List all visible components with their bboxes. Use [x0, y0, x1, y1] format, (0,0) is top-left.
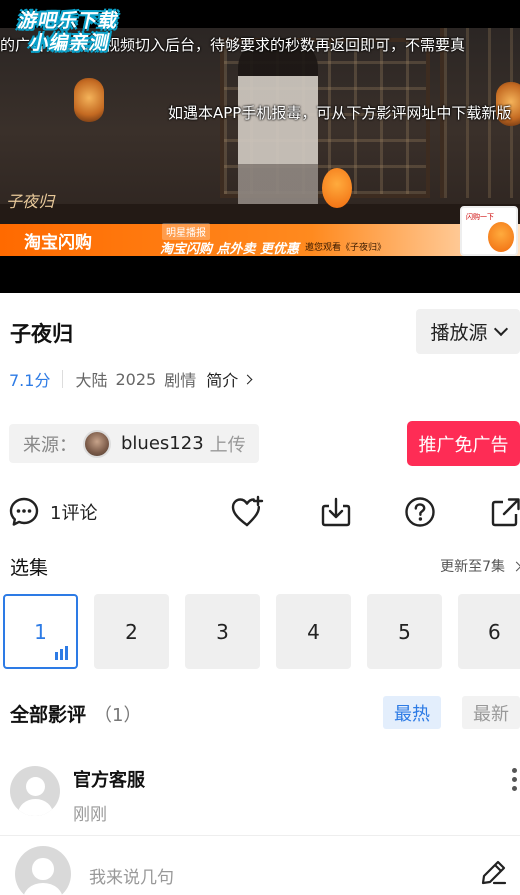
ad-thumb-text: 闪购一下 [466, 213, 494, 221]
more-options-icon[interactable] [512, 768, 518, 791]
comment-action[interactable]: 1评论 [8, 490, 97, 534]
watermark-line-1: 游吧乐下载 [16, 10, 121, 32]
download-icon [321, 497, 351, 527]
playing-indicator-icon [55, 646, 68, 660]
pencil-icon [481, 860, 507, 885]
comment-author[interactable]: 官方客服 [73, 766, 145, 792]
genre-tag: 剧情 [164, 371, 197, 390]
comment-input[interactable]: 我来说几句 [89, 863, 174, 888]
episode-button[interactable]: 1 [3, 594, 78, 669]
comment-composer: 我来说几句 [0, 835, 520, 895]
page-title: 子夜归 [10, 322, 73, 346]
source-prefix: 来源： [23, 434, 77, 456]
show-logo: 子夜归 [6, 192, 55, 211]
year-tag: 2025 [115, 369, 157, 389]
episode-number: 5 [398, 619, 411, 644]
edit-button[interactable] [480, 858, 508, 890]
share-icon [491, 498, 520, 527]
action-bar: 1评论 [0, 490, 520, 534]
video-player[interactable]: 子夜归 淘宝闪购 明星播报 淘宝闪购 点外卖 更优惠 邀您观看《子夜归》 闪购一… [0, 0, 520, 293]
uploader-avatar [83, 429, 111, 458]
heart-add-icon [231, 495, 264, 527]
comment-time: 刚刚 [73, 805, 107, 825]
episode-button[interactable]: 5 [367, 594, 442, 669]
rating-score: 7.1分 [9, 371, 51, 390]
site-watermark: 游吧乐下载 小编亲测 [11, 10, 150, 54]
chevron-down-icon [493, 321, 508, 337]
ad-thumbnail: 闪购一下 [460, 206, 518, 256]
sort-hot-tab[interactable]: 最热 [383, 696, 441, 729]
episode-list: 1 2 3 4 5 6 [3, 594, 520, 669]
ad-brand: 淘宝闪购 [24, 233, 92, 253]
mascot-thumb-icon [488, 222, 514, 252]
episode-number: 2 [125, 619, 138, 644]
favorite-button[interactable] [230, 490, 266, 534]
share-button[interactable] [490, 490, 520, 534]
reviews-header: 全部影评 （1） [10, 700, 141, 727]
help-button[interactable] [404, 490, 436, 534]
episode-button[interactable]: 3 [185, 594, 260, 669]
intro-link[interactable]: 简介 [206, 367, 238, 391]
episode-number: 4 [307, 619, 320, 644]
user-avatar [15, 846, 71, 895]
help-icon [405, 497, 435, 527]
watermark-line-2: 小编亲测 [27, 32, 113, 54]
reviews-count: （1） [94, 705, 142, 726]
source-select-button[interactable]: 播放源 [416, 309, 520, 354]
sort-new-tab[interactable]: 最新 [462, 696, 520, 729]
avatar[interactable] [10, 766, 60, 816]
episodes-more-link[interactable]: 更新至7集 [440, 556, 520, 576]
episode-number: 6 [488, 619, 501, 644]
uploader-chip[interactable]: 来源： blues123 上传 [9, 424, 259, 463]
chevron-right-icon [511, 561, 520, 571]
divider [62, 370, 64, 388]
lantern-left [74, 78, 104, 122]
uploader-name: blues123 [121, 433, 204, 454]
mascot-icon [322, 168, 352, 208]
video-frame[interactable]: 子夜归 淘宝闪购 明星播报 淘宝闪购 点外卖 更优惠 邀您观看《子夜归》 闪购一… [0, 28, 520, 256]
episodes-header: 选集 [10, 557, 49, 579]
source-label: 播放源 [430, 322, 488, 344]
upload-suffix: 上传 [209, 434, 246, 456]
episode-button[interactable]: 4 [276, 594, 351, 669]
ad-note: 邀您观看《子夜归》 [305, 243, 387, 253]
ad-free-button[interactable]: 推广免广告 [407, 421, 520, 466]
meta-row: 7.1分 大陆 2025 剧情 简介 [9, 367, 253, 391]
ad-slogan: 淘宝闪购 点外卖 更优惠 [160, 242, 300, 256]
episode-button[interactable]: 2 [94, 594, 169, 669]
episode-number: 3 [216, 619, 229, 644]
reviews-title: 全部影评 [10, 704, 87, 726]
chevron-right-icon [242, 374, 253, 384]
region-tag: 大陆 [75, 371, 108, 390]
comment-count: 1评论 [50, 503, 98, 524]
scrolling-warning: 如遇本APP手机报毒，可从下方影评网址中下载新版 [168, 104, 512, 122]
comment-icon [9, 497, 39, 526]
update-status: 更新至7集 [440, 559, 505, 575]
episode-number: 1 [34, 619, 47, 644]
episode-button[interactable]: 6 [458, 594, 520, 669]
download-button[interactable] [320, 490, 352, 534]
